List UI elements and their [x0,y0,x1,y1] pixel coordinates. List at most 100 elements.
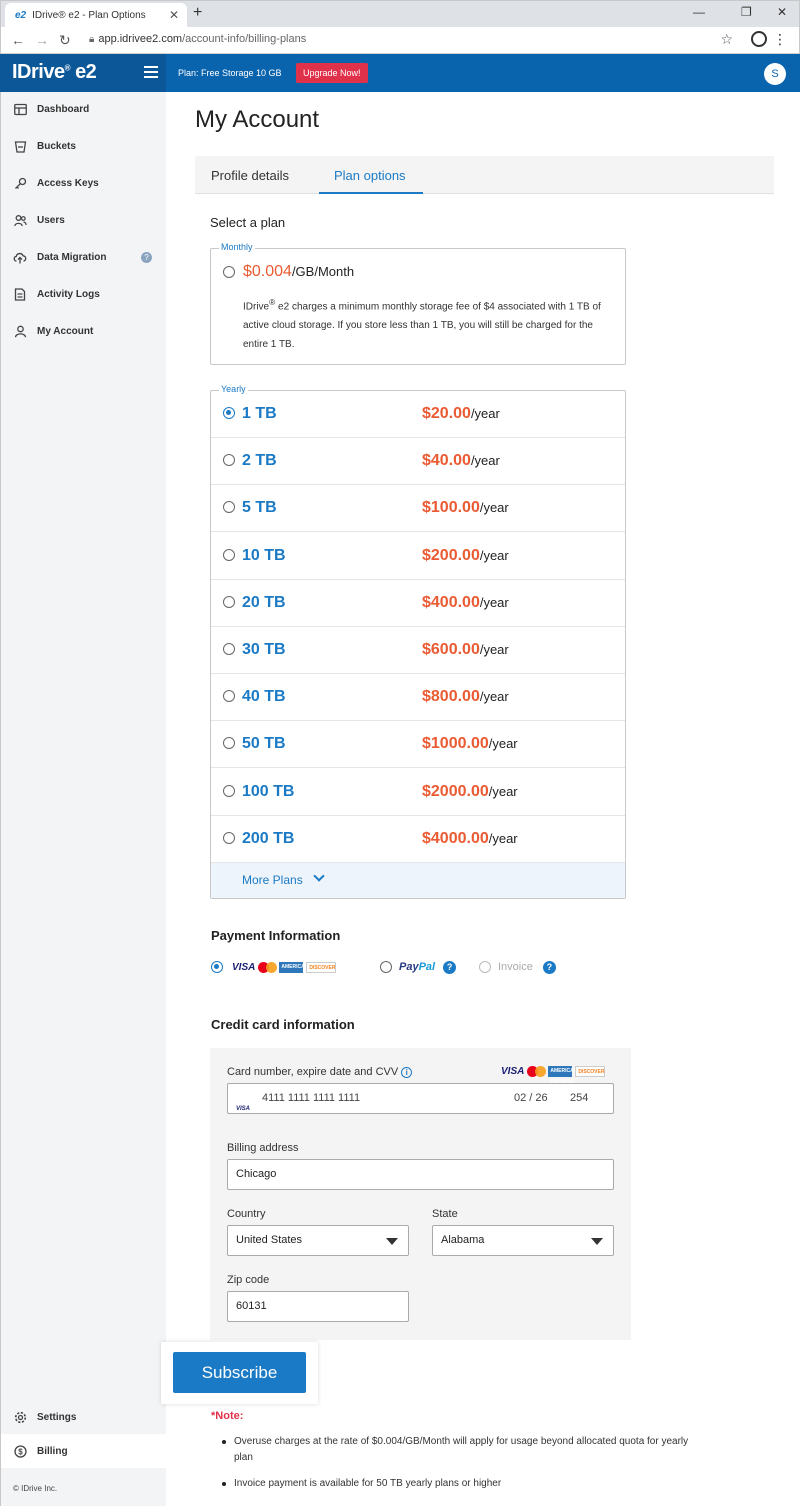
browser-menu-icon[interactable]: ⋮ [773,31,787,48]
help-icon[interactable]: ? [141,252,152,263]
sidebar-item-label: Dashboard [37,103,90,115]
invoice-help-icon[interactable]: ? [542,960,556,974]
plan-radio[interactable] [223,690,235,703]
window-close-icon[interactable]: ✕ [777,5,787,19]
payment-card-option[interactable]: VISA AMERICAN EXPRESS DISCOVER [211,960,337,981]
billing-address-input[interactable]: Chicago [227,1159,614,1190]
plan-size: 20 TB [242,593,286,611]
plan-price-unit: /year [470,453,500,469]
minimize-icon[interactable]: — [693,5,705,19]
monthly-plan-box: Monthly $0.004/GB/Month IDrive® e2 charg… [210,242,626,365]
plan-radio[interactable] [223,595,235,608]
new-tab-icon[interactable]: + [193,4,202,22]
favicon-icon: e2 [15,10,27,21]
plan-radio[interactable] [223,548,235,561]
credit-card-heading: Credit card information [211,1017,355,1032]
state-select[interactable]: Alabama [432,1225,614,1256]
sidebar-item-settings[interactable]: Settings [1,1400,167,1434]
tab-profile-details[interactable]: Profile details [211,168,289,183]
sidebar-item-buckets[interactable]: Buckets [1,129,167,163]
plan-radio[interactable] [223,454,235,467]
forward-icon[interactable]: → [35,32,49,48]
browser-tab[interactable]: e2 IDrive® e2 - Plan Options ✕ [5,3,187,28]
plan-price-value: $400.00 [422,593,480,611]
address-bar: ← → ↻ 🔒︎ app.idrivee2.com/account-info/bi… [0,27,800,54]
subscribe-button[interactable]: Subscribe [173,1352,306,1393]
plan-radio[interactable] [223,831,235,844]
sidebar-item-users[interactable]: Users [1,203,167,237]
sidebar-item-access-keys[interactable]: Access Keys [1,166,167,200]
plan-radio[interactable] [223,737,235,750]
yearly-plan-row[interactable]: 100 TB $2000.00/year [211,769,625,816]
url-host: app.idrivee2.com [98,33,183,45]
card-number-input[interactable]: VISA 4111 1111 1111 1111 02 / 26 254 [227,1083,614,1114]
copyright: © IDrive Inc. [13,1484,58,1493]
cloud-migration-icon [13,250,27,264]
payment-paypal-option[interactable]: PayPal ? [380,959,457,975]
note-item: Invoice payment is available for 50 TB y… [222,1476,694,1492]
invoice-radio[interactable] [479,961,491,973]
sidebar-item-activity-logs[interactable]: Activity Logs [1,277,167,311]
reload-icon[interactable]: ↻ [59,32,71,49]
invoice-label: Invoice [498,961,533,973]
yearly-plan-row[interactable]: 40 TB $800.00/year [211,674,625,722]
close-tab-icon[interactable]: ✕ [169,8,179,22]
amex-icon: AMERICAN EXPRESS [279,961,309,981]
sidebar-item-my-account[interactable]: My Account [1,314,167,348]
monthly-price-unit: /GB/Month [291,264,355,279]
monthly-radio[interactable] [223,266,235,278]
country-label: Country [227,1208,266,1220]
card-cvv-value: 254 [570,1092,589,1104]
zip-input[interactable]: 60131 [227,1291,409,1322]
state-value: Alabama [441,1234,485,1246]
yearly-plan-row[interactable]: 30 TB $600.00/year [211,627,625,674]
plan-price: $200.00/year [422,547,509,565]
paypal-radio[interactable] [380,961,392,973]
hamburger-menu-icon[interactable] [144,66,158,78]
yearly-plan-row[interactable]: 200 TB $4000.00/year [211,816,625,863]
payment-invoice-option[interactable]: Invoice ? [479,959,556,975]
country-select[interactable]: United States [227,1225,409,1256]
yearly-plan-row[interactable]: 1 TB $20.00/year [211,391,625,438]
yearly-plan-row[interactable]: 20 TB $400.00/year [211,580,625,627]
more-plans-button[interactable]: More Plans [211,863,625,898]
yearly-plan-row[interactable]: 2 TB $40.00/year [211,438,625,486]
paypal-help-icon[interactable]: ? [443,960,457,974]
accepted-cards: VISA AMERICAN EXPRESS DISCOVER [499,1066,606,1085]
plan-price: $400.00/year [422,594,509,612]
tab-plan-options[interactable]: Plan options [334,168,406,183]
card-radio[interactable] [211,961,223,973]
back-icon[interactable]: ← [11,32,25,48]
plan-price: $40.00/year [422,452,500,470]
upgrade-button[interactable]: Upgrade Now! [296,63,368,83]
user-icon [13,324,27,338]
page-title: My Account [195,106,320,133]
url-field[interactable]: 🔒︎ app.idrivee2.com/account-info/billing-… [89,33,306,45]
plan-radio[interactable] [223,784,235,797]
plan-radio[interactable] [223,643,235,655]
log-icon [13,287,27,301]
sidebar-item-billing[interactable]: $ Billing [1,1434,167,1468]
info-icon[interactable]: i [401,1067,413,1078]
avatar[interactable]: S [764,63,786,85]
discover-icon: DISCOVER [306,961,337,973]
plan-price-unit: /year [479,689,509,705]
logo-suffix: e2 [75,61,97,83]
sidebar-item-dashboard[interactable]: Dashboard [1,92,167,126]
sidebar: Dashboard Buckets Access Keys Users Data… [0,92,167,1506]
restore-icon[interactable]: ❐ [741,5,752,19]
yearly-plan-row[interactable]: 50 TB $1000.00/year [211,721,625,769]
plan-radio[interactable] [223,407,235,419]
plan-price-unit: /year [479,594,509,610]
bookmark-star-icon[interactable]: ☆ [720,31,733,48]
svg-text:$: $ [18,1447,23,1456]
idrive-logo[interactable]: IDrive® e2 [12,61,97,84]
select-plan-heading: Select a plan [210,215,286,230]
key-icon [13,176,27,190]
profile-icon[interactable] [751,31,767,47]
yearly-plan-row[interactable]: 10 TB $200.00/year [211,533,625,580]
amex-icon: AMERICAN EXPRESS [548,1066,578,1085]
yearly-plan-row[interactable]: 5 TB $100.00/year [211,485,625,533]
card-expiry-value: 02 / 26 [514,1092,548,1104]
plan-radio[interactable] [223,501,235,514]
